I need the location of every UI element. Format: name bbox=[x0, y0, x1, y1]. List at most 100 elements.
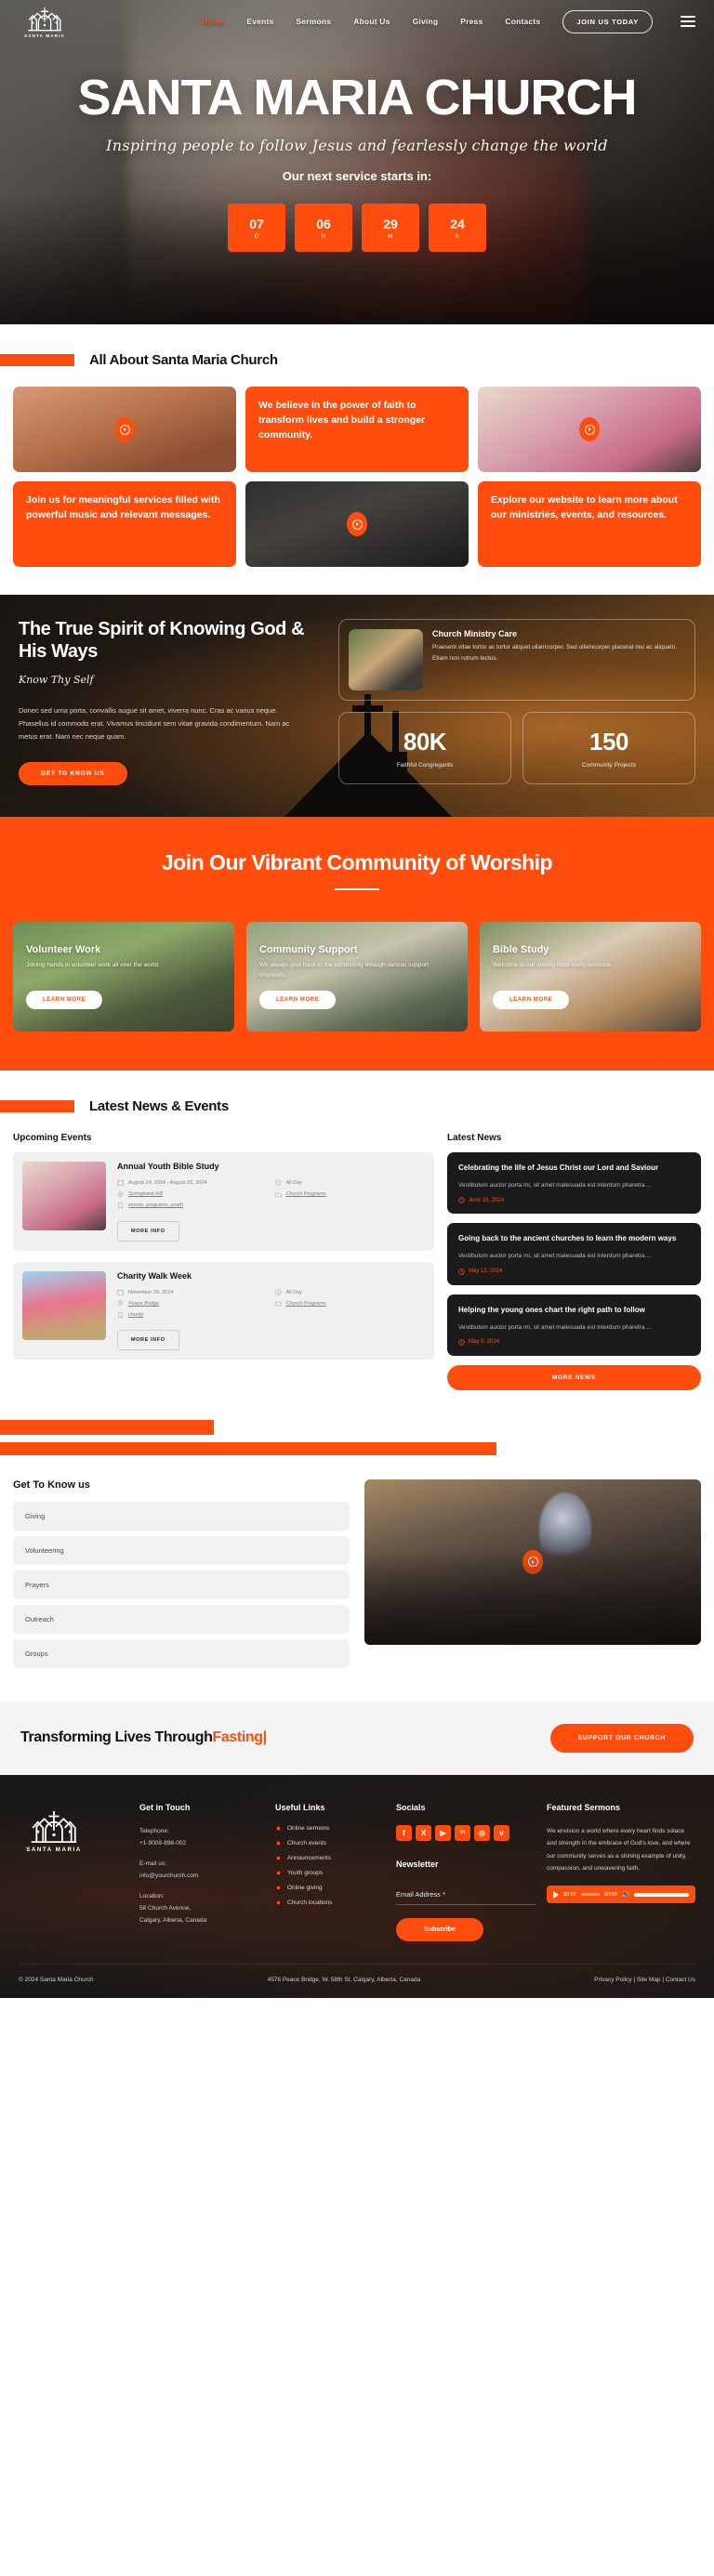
footer-legal-links[interactable]: Privacy Policy | Site Map | Contact Us bbox=[594, 1977, 695, 1983]
nav-item-events[interactable]: Events bbox=[246, 17, 273, 26]
accordion-item-giving[interactable]: Giving bbox=[13, 1501, 350, 1531]
news-card[interactable]: Celebrating the life of Jesus Christ our… bbox=[447, 1151, 701, 1215]
footer-socials-column: Socials f X ▶ in ◎ v Newsletter Subscrib… bbox=[396, 1803, 536, 1941]
vimeo-icon[interactable]: v bbox=[494, 1824, 509, 1841]
latest-news-column: Latest News Celebrating the life of Jesu… bbox=[447, 1133, 701, 1390]
stat-projects: 150 Community Projects bbox=[522, 712, 695, 784]
ministry-card[interactable]: Church Ministry Care Praesent vitae tort… bbox=[338, 619, 695, 701]
volume-slider[interactable] bbox=[634, 1892, 689, 1897]
event-meta: August 24, 2024 - August 26, 2024 All Da… bbox=[117, 1179, 425, 1210]
bookmark-icon bbox=[118, 1203, 123, 1209]
church-logo-icon[interactable]: SANTA MARIA bbox=[19, 1803, 89, 1857]
telephone-value[interactable]: +1-9008-898-002 bbox=[139, 1837, 264, 1849]
congregation-image[interactable] bbox=[364, 1479, 701, 1645]
event-card[interactable]: Annual Youth Bible Study August 24, 2024… bbox=[13, 1151, 434, 1251]
site-footer: SANTA MARIA Get in Touch Telephone: +1-9… bbox=[0, 1774, 714, 1998]
accordion-item-volunteering[interactable]: Volunteering bbox=[13, 1535, 350, 1565]
accordion-item-prayers[interactable]: Prayers bbox=[13, 1570, 350, 1599]
footer-link-online-giving[interactable]: Online giving bbox=[275, 1884, 385, 1891]
support-cta-section: Transforming Lives ThroughFasting| SUPPO… bbox=[0, 1701, 714, 1775]
countdown-days-value: 07 bbox=[249, 216, 264, 231]
x-twitter-icon[interactable]: X bbox=[416, 1824, 431, 1841]
hamburger-menu-icon[interactable] bbox=[681, 16, 695, 27]
event-location[interactable]: Peace Bridge bbox=[128, 1300, 159, 1308]
event-category[interactable]: Church Programs bbox=[286, 1300, 326, 1308]
news-date: May 5, 2024 bbox=[469, 1339, 500, 1346]
play-icon[interactable] bbox=[522, 1549, 543, 1574]
learn-more-button[interactable]: LEARN MORE bbox=[26, 990, 103, 1009]
footer-link-label: Youth groups bbox=[287, 1869, 324, 1876]
footer-link-youth-groups[interactable]: Youth groups bbox=[275, 1869, 385, 1876]
facebook-icon[interactable]: f bbox=[396, 1824, 412, 1841]
support-our-church-button[interactable]: SUPPORT OUR CHURCH bbox=[549, 1723, 694, 1753]
event-location[interactable]: Springbank Hill bbox=[128, 1190, 163, 1198]
accordion-item-outreach[interactable]: Outreach bbox=[13, 1604, 350, 1634]
more-info-button[interactable]: MORE INFO bbox=[117, 1330, 179, 1351]
event-date: August 24, 2024 - August 26, 2024 bbox=[128, 1179, 207, 1186]
player-progress-bar[interactable] bbox=[580, 1893, 600, 1897]
audio-player[interactable]: 00:00 00:00 🔊 bbox=[547, 1886, 695, 1904]
nav-item-about-us[interactable]: About Us bbox=[353, 17, 390, 26]
news-heading-row: Latest News & Events bbox=[0, 1098, 714, 1114]
footer-links-column: Useful Links Online sermons Church event… bbox=[275, 1803, 385, 1941]
news-card[interactable]: Helping the young ones chart the right p… bbox=[447, 1294, 701, 1356]
more-news-button[interactable]: MORE NEWS bbox=[447, 1364, 701, 1390]
footer-link-church-locations[interactable]: Church locations bbox=[275, 1899, 385, 1906]
join-us-today-button[interactable]: JOIN US TODAY bbox=[562, 9, 653, 33]
email-value[interactable]: info@yourchurch.com bbox=[139, 1870, 264, 1882]
play-icon[interactable] bbox=[114, 417, 135, 441]
nav-item-home[interactable]: Home bbox=[202, 17, 224, 26]
youtube-icon[interactable]: ▶ bbox=[435, 1824, 451, 1841]
volume-icon[interactable]: 🔊 bbox=[622, 1891, 630, 1899]
nav-item-giving[interactable]: Giving bbox=[413, 17, 439, 26]
nav-item-press[interactable]: Press bbox=[460, 17, 483, 26]
about-tile-kids-image[interactable] bbox=[478, 387, 701, 472]
footer-link-label: Announcements bbox=[287, 1854, 331, 1861]
learn-more-button[interactable]: LEARN MORE bbox=[259, 990, 337, 1009]
learn-more-button[interactable]: LEARN MORE bbox=[493, 990, 570, 1009]
bullet-icon bbox=[275, 1854, 282, 1861]
svg-text:SANTA MARIA: SANTA MARIA bbox=[24, 33, 65, 38]
get-to-know-us-button[interactable]: GET TO KNOW US bbox=[19, 761, 127, 785]
clock-icon bbox=[458, 1339, 465, 1346]
newsletter-email-input[interactable] bbox=[396, 1883, 536, 1905]
nav-item-sermons[interactable]: Sermons bbox=[296, 17, 331, 26]
telephone-label: Telephone: bbox=[139, 1827, 169, 1834]
vibrant-card-bible-study[interactable]: Bible Study Welcome to our weekly bible … bbox=[480, 921, 701, 1032]
event-body: Annual Youth Bible Study August 24, 2024… bbox=[117, 1162, 425, 1242]
event-thumbnail-image bbox=[22, 1161, 106, 1230]
footer-link-announcements[interactable]: Announcements bbox=[275, 1854, 385, 1861]
footer-link-online-sermons[interactable]: Online sermons bbox=[275, 1824, 385, 1832]
vibrant-card-community-support[interactable]: Community Support We always give back to… bbox=[246, 921, 468, 1032]
spirit-script-text: Know Thy Self bbox=[19, 674, 94, 687]
event-tags[interactable]: events, programs, youth bbox=[128, 1202, 183, 1209]
linkedin-icon[interactable]: in bbox=[455, 1824, 470, 1841]
hero-section: SANTA MARIA Home Events Sermons About Us… bbox=[0, 0, 714, 324]
heading-accent-bar bbox=[0, 354, 74, 366]
news-card[interactable]: Going back to the ancient churches to le… bbox=[447, 1223, 701, 1285]
event-category[interactable]: Church Programs bbox=[286, 1190, 326, 1198]
subscribe-button[interactable]: Subscribe bbox=[396, 1917, 483, 1941]
vibrant-card-volunteer-work[interactable]: Volunteer Work Joining hands in voluntee… bbox=[13, 921, 234, 1032]
play-icon[interactable] bbox=[579, 417, 600, 441]
event-card[interactable]: Charity Walk Week November 20, 2024 All … bbox=[13, 1261, 434, 1360]
nav-item-contacts[interactable]: Contacts bbox=[505, 17, 540, 26]
play-icon[interactable] bbox=[347, 512, 367, 536]
whatsapp-icon[interactable]: ◎ bbox=[474, 1824, 490, 1841]
play-icon[interactable] bbox=[553, 1890, 559, 1899]
socials-heading: Socials bbox=[396, 1802, 426, 1812]
more-info-button[interactable]: MORE INFO bbox=[117, 1220, 179, 1242]
vibrant-card-title: Community Support bbox=[259, 943, 358, 955]
page-root: SANTA MARIA Home Events Sermons About Us… bbox=[0, 0, 714, 1998]
about-tile-church-image[interactable] bbox=[13, 387, 236, 472]
church-logo-icon[interactable]: SANTA MARIA bbox=[19, 5, 71, 38]
about-tile-candle-image[interactable] bbox=[245, 481, 469, 567]
copyright-text: © 2024 Santa Maria Church bbox=[19, 1976, 94, 1983]
spirit-heading: The True Spirit of Knowing God & His Way… bbox=[19, 619, 305, 662]
news-title: Helping the young ones chart the right p… bbox=[458, 1305, 645, 1314]
decorative-bar-top bbox=[0, 1419, 214, 1435]
footer-link-church-events[interactable]: Church events bbox=[275, 1839, 385, 1847]
clock-icon bbox=[274, 1289, 282, 1295]
event-tags[interactable]: charity bbox=[128, 1311, 143, 1319]
accordion-item-groups[interactable]: Groups bbox=[13, 1638, 350, 1668]
